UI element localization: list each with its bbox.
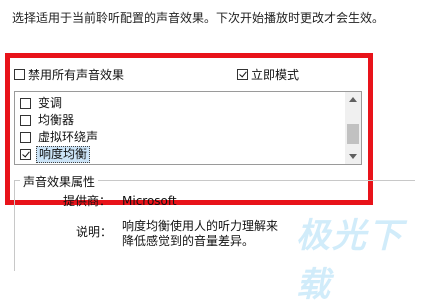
list-item[interactable]: 均衡器: [20, 112, 100, 129]
provider-value: Microsoft: [122, 194, 177, 208]
watermark-logo: 极光下载: [296, 216, 404, 305]
list-item[interactable]: 虚拟环绕声: [20, 129, 100, 146]
list-scrollbar[interactable]: [345, 92, 361, 164]
effect-checkbox[interactable]: [20, 115, 31, 126]
effects-list[interactable]: 变调 均衡器 虚拟环绕声 响度均衡: [14, 91, 362, 165]
description-label: 说明：: [76, 225, 113, 239]
effect-label: 均衡器: [38, 113, 75, 127]
scroll-thumb[interactable]: [347, 124, 359, 144]
immediate-mode-checkbox[interactable]: [237, 69, 248, 80]
list-item[interactable]: 变调: [20, 95, 100, 112]
effect-checkbox[interactable]: [20, 98, 31, 109]
effect-checkbox[interactable]: [20, 132, 31, 143]
properties-group-title: 声音效果属性: [20, 173, 99, 190]
effect-label: 响度均衡: [36, 146, 91, 163]
immediate-mode-label: 立即模式: [251, 68, 300, 82]
intro-text: 选择适用于当前聆听配置的声音效果。下次开始播放时更改才会生效。: [12, 11, 385, 25]
provider-label: 提供商：: [63, 194, 112, 208]
list-item[interactable]: 响度均衡: [20, 146, 100, 163]
disable-all-effects-option[interactable]: 禁用所有声音效果: [14, 66, 124, 83]
disable-all-checkbox[interactable]: [14, 69, 25, 80]
scroll-up-arrow-icon[interactable]: [349, 97, 357, 102]
scroll-down-arrow-icon[interactable]: [349, 154, 357, 159]
disable-all-label: 禁用所有声音效果: [28, 68, 125, 82]
effect-label: 虚拟环绕声: [38, 130, 99, 144]
immediate-mode-option[interactable]: 立即模式: [237, 66, 299, 83]
description-value: 响度均衡使用人的听力理解来降低感觉到的音量差异。: [122, 219, 279, 248]
effect-label: 变调: [38, 96, 63, 110]
effect-checkbox[interactable]: [20, 149, 31, 160]
